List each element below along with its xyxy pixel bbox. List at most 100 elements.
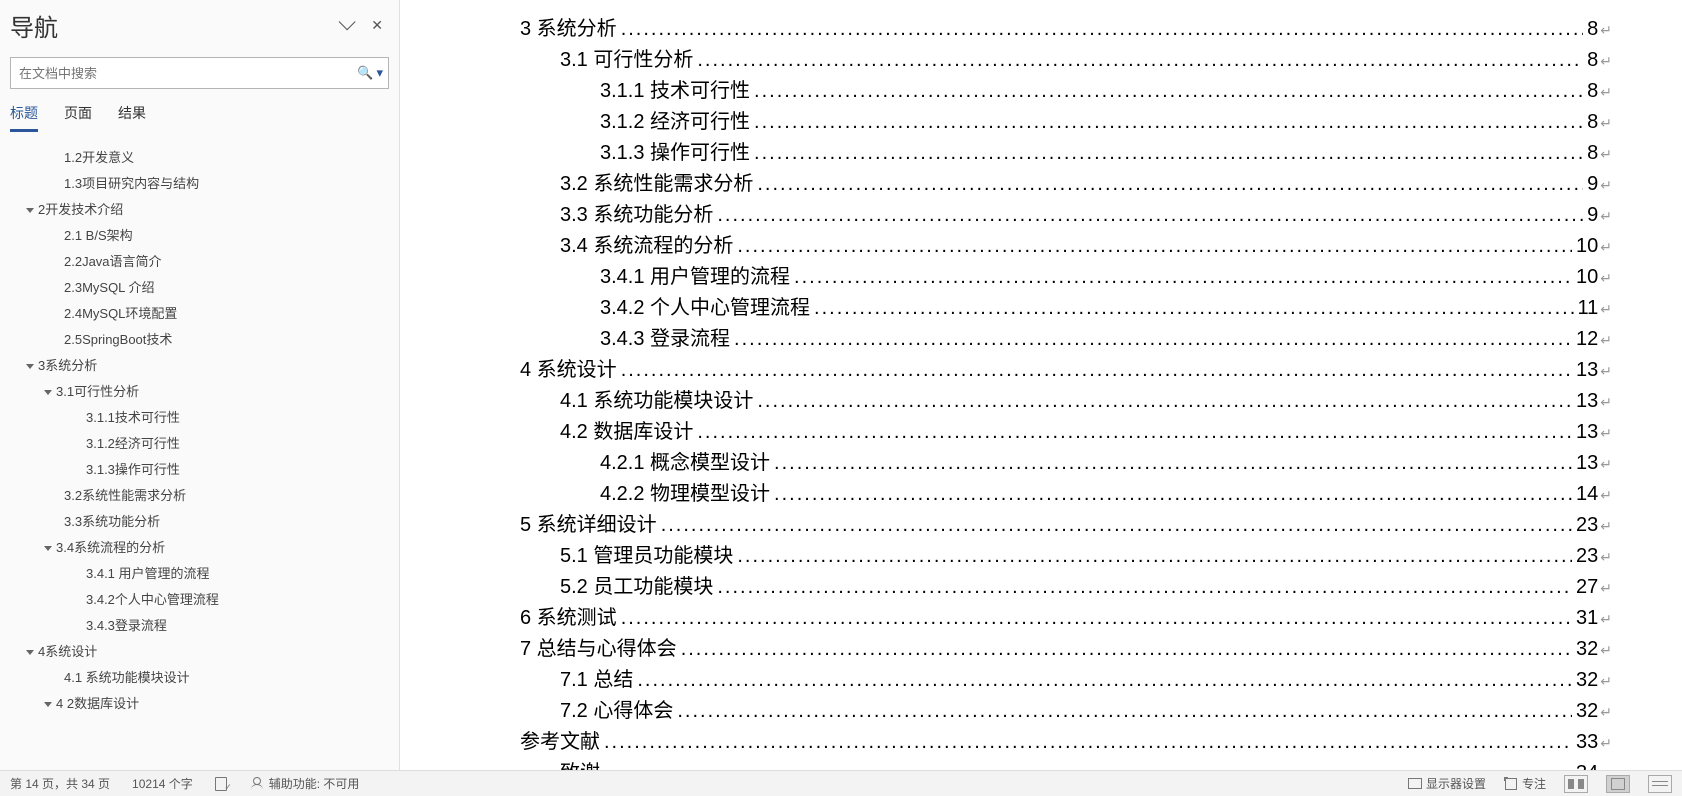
- paragraph-mark-icon: ↵: [1600, 325, 1612, 355]
- toc-leader: ........................................…: [661, 510, 1572, 540]
- toc-entry[interactable]: 3.1.1 技术可行性 ............................…: [520, 76, 1612, 107]
- toc-page-number: 32: [1576, 634, 1598, 664]
- toc-text: 7.1 总结: [560, 665, 633, 695]
- outline-item[interactable]: 2.4MySQL环境配置: [10, 301, 389, 327]
- web-layout-button[interactable]: [1648, 775, 1672, 793]
- toc-text: 3.4.1 用户管理的流程: [600, 262, 790, 292]
- outline-item[interactable]: 2.3MySQL 介绍: [10, 275, 389, 301]
- outline-item[interactable]: 3.4.2个人中心管理流程: [10, 587, 389, 613]
- document-area[interactable]: 3 系统分析 .................................…: [400, 0, 1682, 796]
- toc-entry[interactable]: 6 系统测试 .................................…: [520, 603, 1612, 634]
- search-icon[interactable]: 🔍: [357, 65, 373, 81]
- paragraph-mark-icon: ↵: [1600, 77, 1612, 107]
- paragraph-mark-icon: ↵: [1600, 170, 1612, 200]
- outline-item[interactable]: 3.4系统流程的分析: [10, 535, 389, 561]
- toc-text: 3.1.2 经济可行性: [600, 107, 750, 137]
- outline-item[interactable]: 3.4.1 用户管理的流程: [10, 561, 389, 587]
- toc-entry[interactable]: 4.2.1 概念模型设计 ...........................…: [520, 448, 1612, 479]
- outline-item[interactable]: 1.2开发意义: [10, 145, 389, 171]
- print-layout-button[interactable]: [1606, 775, 1630, 793]
- outline-item[interactable]: 2.5SpringBoot技术: [10, 327, 389, 353]
- page-indicator[interactable]: 第 14 页，共 34 页: [10, 775, 110, 792]
- toc-entry[interactable]: 3.4 系统流程的分析 ............................…: [520, 231, 1612, 262]
- toc-entry[interactable]: 4.2 数据库设计 ..............................…: [520, 417, 1612, 448]
- collapse-button[interactable]: [339, 17, 351, 34]
- outline-label: 3.1可行性分析: [56, 379, 139, 405]
- toc-leader: ........................................…: [794, 262, 1572, 292]
- display-settings[interactable]: 显示器设置: [1408, 775, 1486, 792]
- tab-pages[interactable]: 页面: [64, 103, 92, 132]
- focus-mode[interactable]: 专注: [1504, 775, 1546, 792]
- toc-page-number: 10: [1576, 231, 1598, 261]
- outline-item[interactable]: 1.3项目研究内容与结构: [10, 171, 389, 197]
- toc-page-number: 31: [1576, 603, 1598, 633]
- outline-item[interactable]: 3.2系统性能需求分析: [10, 483, 389, 509]
- outline-item[interactable]: 2开发技术介绍: [10, 197, 389, 223]
- outline-label: 2.4MySQL环境配置: [64, 301, 177, 327]
- toc-page-number: 8: [1587, 138, 1598, 168]
- spellcheck-button[interactable]: [215, 777, 229, 791]
- paragraph-mark-icon: ↵: [1600, 46, 1612, 76]
- outline-item[interactable]: 3.1.3操作可行性: [10, 457, 389, 483]
- paragraph-mark-icon: ↵: [1600, 604, 1612, 634]
- toc-text: 4.2 数据库设计: [560, 417, 693, 447]
- toc-entry[interactable]: 3.4.1 用户管理的流程...........................…: [520, 262, 1612, 293]
- toc-entry[interactable]: 3.2 系统性能需求分析 ...........................…: [520, 169, 1612, 200]
- nav-title: 导航: [10, 8, 58, 43]
- toc-entry[interactable]: 3.3 系统功能分析 .............................…: [520, 200, 1612, 231]
- tab-results[interactable]: 结果: [118, 103, 146, 132]
- outline-item[interactable]: 3.1.2经济可行性: [10, 431, 389, 457]
- navigation-pane: 导航 ✕ 🔍 ▾ 标题 页面 结果 1.2开发意义1.3项目研究内容与结构2开发…: [0, 0, 400, 796]
- read-mode-button[interactable]: [1564, 775, 1588, 793]
- tab-headings[interactable]: 标题: [10, 103, 38, 132]
- search-dropdown-icon[interactable]: ▾: [376, 65, 383, 81]
- word-count[interactable]: 10214 个字: [132, 775, 193, 792]
- toc-text: 5 系统详细设计: [520, 510, 657, 540]
- outline-item[interactable]: 3.1.1技术可行性: [10, 405, 389, 431]
- search-input[interactable]: [10, 57, 389, 89]
- toc-leader: ........................................…: [734, 324, 1572, 354]
- outline-item[interactable]: 2.1 B/S架构: [10, 223, 389, 249]
- toc-entry[interactable]: 3.4.3 登录流程..............................…: [520, 324, 1612, 355]
- paragraph-mark-icon: ↵: [1600, 449, 1612, 479]
- toc-page-number: 9: [1587, 200, 1598, 230]
- toc-entry[interactable]: 7 总结与心得体会 ..............................…: [520, 634, 1612, 665]
- toc-entry[interactable]: 3 系统分析 .................................…: [520, 14, 1612, 45]
- outline-item[interactable]: 4系统设计: [10, 639, 389, 665]
- toc-text: 3.3 系统功能分析: [560, 200, 713, 230]
- accessibility-status[interactable]: 辅助功能: 不可用: [251, 775, 360, 792]
- paragraph-mark-icon: ↵: [1600, 139, 1612, 169]
- toc-entry[interactable]: 4.2.2 物理模型设计 ...........................…: [520, 479, 1612, 510]
- toc-text: 3.1.1 技术可行性: [600, 76, 750, 106]
- toc-entry[interactable]: 3.1 可行性分析...............................…: [520, 45, 1612, 76]
- toc-entry[interactable]: 5.2 员工功能模块..............................…: [520, 572, 1612, 603]
- paragraph-mark-icon: ↵: [1600, 201, 1612, 231]
- outline-item[interactable]: 3系统分析: [10, 353, 389, 379]
- toc-entry[interactable]: 5.1 管理员功能模块 ............................…: [520, 541, 1612, 572]
- outline-item[interactable]: 4.1 系统功能模块设计: [10, 665, 389, 691]
- toc-entry[interactable]: 4 系统设计 .................................…: [520, 355, 1612, 386]
- toc-entry[interactable]: 3.4.2 个人中心管理流程..........................…: [520, 293, 1612, 324]
- toc-entry[interactable]: 7.2 心得体会 ...............................…: [520, 696, 1612, 727]
- toc-entry[interactable]: 3.1.2 经济可行性 ............................…: [520, 107, 1612, 138]
- toc-entry[interactable]: 3.1.3 操作可行性 ............................…: [520, 138, 1612, 169]
- outline-item[interactable]: 2.2Java语言简介: [10, 249, 389, 275]
- toc-entry[interactable]: 7.1 总结 .................................…: [520, 665, 1612, 696]
- toc-page-number: 32: [1576, 665, 1598, 695]
- paragraph-mark-icon: ↵: [1600, 635, 1612, 665]
- toc-text: 3.1 可行性分析: [560, 45, 693, 75]
- toc-page-number: 32: [1576, 696, 1598, 726]
- close-button[interactable]: ✕: [371, 17, 383, 34]
- outline-item[interactable]: 3.1可行性分析: [10, 379, 389, 405]
- toc-text: 5.2 员工功能模块: [560, 572, 713, 602]
- toc-text: 4 系统设计: [520, 355, 617, 385]
- outline-item[interactable]: 4 2数据库设计: [10, 691, 389, 717]
- outline-item[interactable]: 3.4.3登录流程: [10, 613, 389, 639]
- outline-item[interactable]: 3.3系统功能分析: [10, 509, 389, 535]
- outline-label: 3.4.1 用户管理的流程: [86, 561, 210, 587]
- toc-entry[interactable]: 5 系统详细设计 ...............................…: [520, 510, 1612, 541]
- paragraph-mark-icon: ↵: [1600, 573, 1612, 603]
- toc-entry[interactable]: 参考文献 ...................................…: [520, 727, 1612, 758]
- toc-entry[interactable]: 4.1 系统功能模块设计 ...........................…: [520, 386, 1612, 417]
- caret-icon: [42, 546, 54, 551]
